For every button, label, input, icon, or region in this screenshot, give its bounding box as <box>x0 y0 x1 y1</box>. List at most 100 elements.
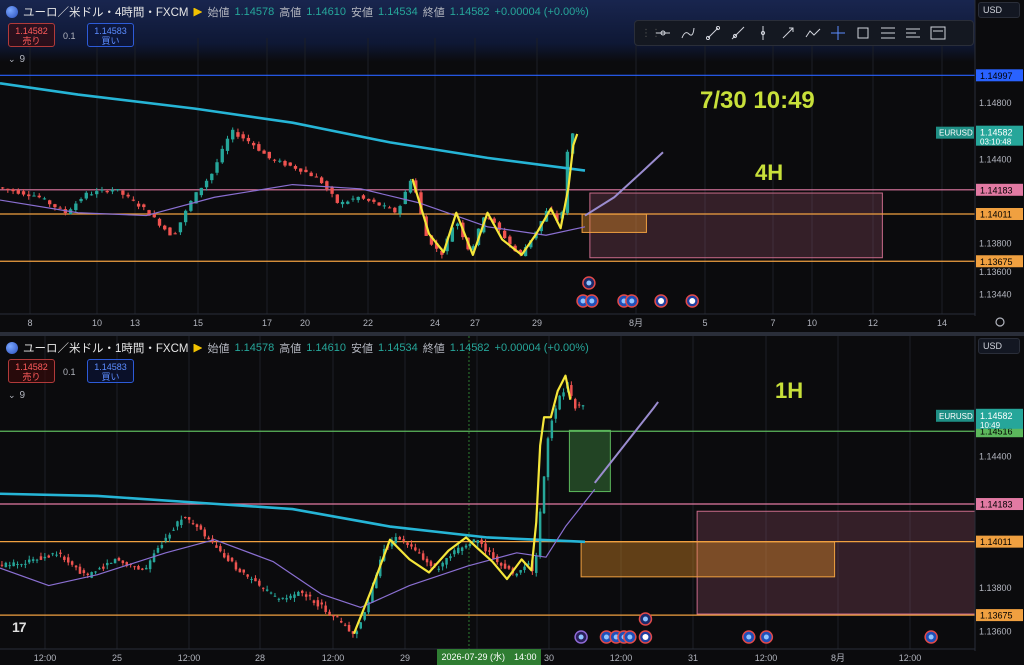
fib-icon[interactable] <box>878 24 897 42</box>
sell-button[interactable]: 1.14582 売り <box>8 359 55 383</box>
candle-body <box>220 148 224 163</box>
level-price-text: 1.14011 <box>980 209 1012 219</box>
symbol-title[interactable]: ユーロ／米ドル・1時間・FXCM <box>23 340 188 356</box>
time-tick-label: 7 <box>770 318 775 328</box>
candle-body <box>484 543 487 552</box>
candle-body <box>63 556 66 560</box>
event-dot-icon <box>580 298 586 304</box>
path-icon[interactable] <box>803 24 822 42</box>
buy-button[interactable]: 1.14583 買い <box>87 359 134 383</box>
ema-line <box>0 492 586 544</box>
candle-body <box>441 562 444 567</box>
candle-body <box>6 188 10 190</box>
time-tick-label: 12:00 <box>322 653 345 663</box>
fxcm-logo-icon <box>6 6 18 18</box>
chart-pane-4h[interactable]: 1.14800 1.14400 1.13800 1.13600 1.13440 1.149… <box>0 0 1024 332</box>
currency-select[interactable]: USD <box>978 338 1020 354</box>
text-note-icon[interactable] <box>928 24 947 42</box>
time-tick-label: 10 <box>807 318 817 328</box>
candle-body <box>32 195 36 197</box>
buy-label: 買い <box>101 372 120 382</box>
plot-1h[interactable]: 1.144001.138001.136001.145161.141831.140… <box>0 336 1024 665</box>
time-tick-label: 12:00 <box>178 653 201 663</box>
candle-body <box>241 134 245 139</box>
candle-body <box>262 587 265 589</box>
candle-body <box>163 225 167 230</box>
event-dot-icon <box>603 634 609 640</box>
symbol-title[interactable]: ユーロ／米ドル・4時間・FXCM <box>23 4 188 20</box>
candle-body <box>95 191 99 195</box>
ruler-icon[interactable] <box>903 24 922 42</box>
candle-body <box>157 218 162 226</box>
ema-line <box>0 82 586 172</box>
candle-body <box>223 553 226 558</box>
order-quantity[interactable]: 0.1 <box>63 367 76 377</box>
candle-body <box>94 571 97 573</box>
price-tick-label: 1.13800 <box>979 583 1012 593</box>
grip-icon[interactable]: ⋮⋮ <box>641 28 661 39</box>
time-tick-label: 12:00 <box>34 653 57 663</box>
candle-body <box>351 198 355 200</box>
ray-icon[interactable] <box>728 24 747 42</box>
level-price-text: 1.14011 <box>980 537 1012 547</box>
sma-line <box>0 183 586 236</box>
brush-icon[interactable] <box>678 24 697 42</box>
indicator-toggle[interactable]: ⌄ 9 <box>8 390 25 401</box>
level-price-text: 1.14183 <box>980 500 1013 510</box>
trend-line-icon[interactable] <box>703 24 722 42</box>
currency-select[interactable]: USD <box>978 2 1020 18</box>
buy-price: 1.14583 <box>94 26 127 36</box>
candle-body <box>346 201 350 204</box>
candle-body <box>535 555 538 573</box>
candle-body <box>254 578 257 582</box>
tradingview-logo[interactable]: 17 <box>12 619 27 635</box>
rectangle-icon[interactable] <box>853 24 872 42</box>
plot-4h[interactable]: 1.14800 1.14400 1.13800 1.13600 1.13440 1.149… <box>0 0 1024 332</box>
candle-body <box>403 191 407 205</box>
candle-body <box>278 160 282 162</box>
cursor-line-icon[interactable] <box>653 24 672 42</box>
open-value: 1.14578 <box>234 342 275 354</box>
buy-label: 買い <box>101 36 120 46</box>
level-price-text: 1.14183 <box>980 185 1013 195</box>
currency-label: USD <box>983 5 1003 15</box>
price-tick-label: 1.14400 <box>979 154 1012 164</box>
buy-button[interactable]: 1.14583 買い <box>87 23 134 47</box>
chart-pane-1h[interactable]: 1.14400 1.13800 1.13600 1.14516 1.14183 1.140… <box>0 336 1024 665</box>
candle-body <box>53 204 57 208</box>
candle-body <box>152 553 156 562</box>
candle-body <box>117 558 121 561</box>
candle-body <box>546 438 550 478</box>
level-price-text: 1.13675 <box>980 257 1013 267</box>
candle-body <box>156 548 160 553</box>
high-label: 高値 <box>279 7 302 19</box>
currency-label: USD <box>983 341 1003 351</box>
candle-body <box>236 132 240 137</box>
countdown-text: 03:10:48 <box>980 138 1012 147</box>
candle-body <box>11 189 15 192</box>
candle-body <box>168 534 171 539</box>
candle-body <box>406 542 409 546</box>
candle-body <box>343 624 347 626</box>
order-quantity[interactable]: 0.1 <box>63 31 76 41</box>
candle-body <box>372 199 376 202</box>
vertical-line-icon[interactable] <box>753 24 772 42</box>
indicator-toggle[interactable]: ⌄ 9 <box>8 54 25 65</box>
time-tick-label: 24 <box>430 318 440 328</box>
candle-body <box>109 562 113 564</box>
candle-body <box>250 578 253 580</box>
candle-body <box>226 555 230 561</box>
sell-button[interactable]: 1.14582 売り <box>8 23 55 47</box>
drawing-toolbar: ⋮⋮ <box>634 20 974 46</box>
candle-body <box>538 511 542 557</box>
candle-body <box>468 544 472 546</box>
crosshair-icon[interactable] <box>828 24 847 42</box>
time-tick-label: 29 <box>400 653 410 663</box>
sell-price: 1.14582 <box>15 26 48 36</box>
candle-body <box>581 405 585 407</box>
arrow-line-icon[interactable] <box>778 24 797 42</box>
event-dot-icon <box>746 634 752 640</box>
candle-body <box>121 190 125 195</box>
candle-body <box>267 151 271 159</box>
candle-body <box>207 537 210 540</box>
